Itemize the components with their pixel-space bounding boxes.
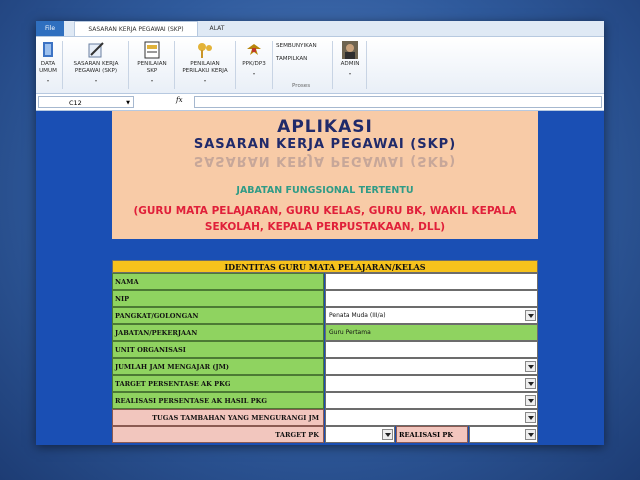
pen-document-icon bbox=[86, 41, 106, 59]
form-row-unit: UNIT ORGANISASI bbox=[112, 341, 538, 358]
banner-title: APLIKASI bbox=[277, 117, 373, 137]
user-photo-icon bbox=[340, 41, 360, 59]
function-icon[interactable]: fx bbox=[176, 96, 183, 104]
data-umum-button[interactable]: DATA UMUM ▾ bbox=[36, 37, 60, 93]
worksheet: APLIKASI SASARAN KERJA PEGAWAI (SKP) SAS… bbox=[36, 111, 604, 445]
form-row-tugas: TUGAS TAMBAHAN YANG MENGURANGI JM bbox=[112, 409, 538, 426]
label-jabatan: JABATAN/PEKERJAAN bbox=[112, 324, 324, 341]
penilaian-perilaku-button[interactable]: PENILAIAN PERILAKU KERJA ▾ bbox=[178, 37, 232, 93]
tugas-tambahan-select[interactable] bbox=[325, 409, 538, 426]
keys-icon bbox=[195, 41, 215, 59]
excel-window: File SASARAN KERJA PEGAWAI (SKP) ALAT DA… bbox=[36, 21, 604, 445]
form-row-nama: NAMA bbox=[112, 273, 538, 290]
ppk-dp3-button[interactable]: PPK/DP3 ▾ bbox=[238, 37, 270, 93]
chevron-down-icon: ▼ bbox=[126, 100, 130, 106]
banner-subtitle: SASARAN KERJA PEGAWAI (SKP) bbox=[193, 137, 457, 152]
target-ak-select[interactable] bbox=[325, 375, 538, 392]
form-row-jabatan: JABATAN/PEKERJAAN Guru Pertama bbox=[112, 324, 538, 341]
document-icon bbox=[142, 41, 162, 59]
group-label-proses: Proses bbox=[292, 83, 311, 89]
form-row-realisasi: REALISASI PERSENTASE AK HASIL PKG bbox=[112, 392, 538, 409]
chevron-down-icon: ▾ bbox=[94, 78, 97, 83]
ribbon-tabs: File SASARAN KERJA PEGAWAI (SKP) ALAT bbox=[36, 21, 604, 37]
dropdown-arrow-icon[interactable] bbox=[382, 429, 393, 440]
label-nip: NIP bbox=[112, 290, 324, 307]
dropdown-arrow-icon[interactable] bbox=[525, 361, 536, 372]
nip-input[interactable] bbox=[325, 290, 538, 307]
pangkat-select[interactable]: Penata Muda (III/a) bbox=[325, 307, 538, 324]
tab-alat[interactable]: ALAT bbox=[202, 21, 232, 36]
chevron-down-icon: ▾ bbox=[46, 78, 49, 83]
name-box[interactable]: C12 ▼ bbox=[38, 96, 134, 108]
title-banner: APLIKASI SASARAN KERJA PEGAWAI (SKP) SAS… bbox=[112, 111, 538, 239]
sasaran-kerja-button[interactable]: SASARAN KERJA PEGAWAI (SKP) ▾ bbox=[66, 37, 126, 93]
nama-input[interactable] bbox=[325, 273, 538, 290]
banner-jabatan: JABATAN FUNGSIONAL TERTENTU bbox=[236, 185, 414, 196]
realisasi-pk-select[interactable] bbox=[469, 426, 538, 443]
dropdown-arrow-icon[interactable] bbox=[525, 412, 536, 423]
realisasi-ak-select[interactable] bbox=[325, 392, 538, 409]
chevron-down-icon: ▾ bbox=[203, 78, 206, 83]
dropdown-arrow-icon[interactable] bbox=[525, 429, 536, 440]
unit-organisasi-input[interactable] bbox=[325, 341, 538, 358]
form-row-pangkat: PANGKAT/GOLONGAN Penata Muda (III/a) bbox=[112, 307, 538, 324]
banner-description: (GURU MATA PELAJARAN, GURU KELAS, GURU B… bbox=[133, 205, 517, 233]
formula-bar: C12 ▼ fx bbox=[36, 95, 604, 111]
label-target-ak: TARGET PERSENTASE AK PKG bbox=[112, 375, 324, 392]
chevron-down-icon: ▾ bbox=[150, 78, 153, 83]
form-header: IDENTITAS GURU MATA PELAJARAN/KELAS bbox=[112, 260, 538, 273]
tab-file[interactable]: File bbox=[36, 21, 64, 36]
penilaian-skp-button[interactable]: PENILAIAN SKP ▾ bbox=[132, 37, 172, 93]
label-nama: NAMA bbox=[112, 273, 324, 290]
garuda-icon bbox=[244, 41, 264, 59]
dropdown-arrow-icon[interactable] bbox=[525, 310, 536, 321]
label-tugas-tambahan: TUGAS TAMBAHAN YANG MENGURANGI JM bbox=[112, 409, 324, 426]
form-row-jam: JUMLAH JAM MENGAJAR (JM) bbox=[112, 358, 538, 375]
jabatan-value: Guru Pertama bbox=[325, 324, 538, 341]
label-jam-mengajar: JUMLAH JAM MENGAJAR (JM) bbox=[112, 358, 324, 375]
form-row-pk: TARGET PK REALISASI PK bbox=[112, 426, 538, 443]
label-target-pk: TARGET PK bbox=[112, 426, 324, 443]
form-row-target: TARGET PERSENTASE AK PKG bbox=[112, 375, 538, 392]
chevron-down-icon: ▾ bbox=[348, 71, 351, 76]
dropdown-arrow-icon[interactable] bbox=[525, 378, 536, 389]
ribbon: DATA UMUM ▾ SASARAN KERJA PEGAWAI (SKP) … bbox=[36, 37, 604, 94]
banner-subtitle-reflection: SASARAN KERJA PEGAWAI (SKP) bbox=[193, 153, 457, 168]
book-icon bbox=[38, 41, 58, 59]
label-unit-organisasi: UNIT ORGANISASI bbox=[112, 341, 324, 358]
target-pk-select[interactable] bbox=[325, 426, 395, 443]
admin-button[interactable]: ADMIN ▾ bbox=[336, 37, 364, 93]
label-pangkat: PANGKAT/GOLONGAN bbox=[112, 307, 324, 324]
label-realisasi-ak: REALISASI PERSENTASE AK HASIL PKG bbox=[112, 392, 324, 409]
jam-mengajar-select[interactable] bbox=[325, 358, 538, 375]
formula-input[interactable] bbox=[194, 96, 602, 108]
form-row-nip: NIP bbox=[112, 290, 538, 307]
identity-form: IDENTITAS GURU MATA PELAJARAN/KELAS NAMA… bbox=[112, 260, 538, 443]
dropdown-arrow-icon[interactable] bbox=[525, 395, 536, 406]
chevron-down-icon: ▾ bbox=[252, 71, 255, 76]
tab-skp[interactable]: SASARAN KERJA PEGAWAI (SKP) bbox=[74, 21, 198, 36]
label-realisasi-pk: REALISASI PK bbox=[396, 426, 468, 443]
